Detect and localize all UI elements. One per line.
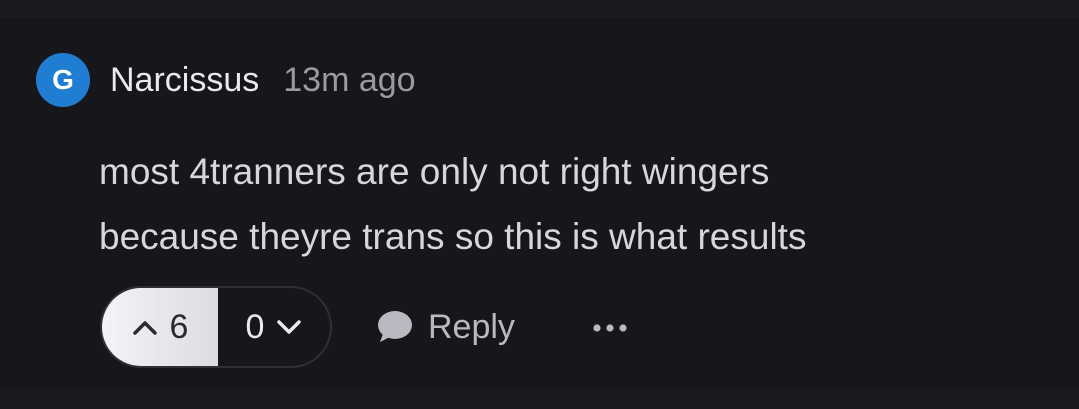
vote-control: 6 0 <box>100 286 332 368</box>
upvote-button[interactable]: 6 <box>102 288 218 366</box>
downvote-button[interactable]: 0 <box>218 288 330 366</box>
reply-label: Reply <box>428 307 515 346</box>
speech-bubble-icon <box>374 309 414 345</box>
downvote-count: 0 <box>245 307 265 346</box>
page-background: G Narcissus 13m ago most 4tranners are o… <box>0 0 1079 409</box>
comment-card: G Narcissus 13m ago most 4tranners are o… <box>0 18 1079 388</box>
chevron-down-icon <box>276 318 302 336</box>
more-options-button[interactable] <box>588 308 632 348</box>
chevron-up-icon <box>132 318 158 336</box>
comment-body: most 4tranners are only not right winger… <box>99 139 1039 269</box>
comment-line-2: because theyre trans so this is what res… <box>99 216 807 257</box>
more-horizontal-icon <box>592 323 628 333</box>
reply-button[interactable]: Reply <box>374 304 515 350</box>
comment-timestamp[interactable]: 13m ago <box>283 63 415 97</box>
comment-header: G Narcissus 13m ago <box>36 53 416 107</box>
upvote-count: 6 <box>169 307 189 346</box>
avatar[interactable]: G <box>36 53 90 107</box>
avatar-letter: G <box>52 64 74 95</box>
author-name[interactable]: Narcissus <box>110 63 259 97</box>
comment-line-1: most 4tranners are only not right winger… <box>99 151 770 192</box>
